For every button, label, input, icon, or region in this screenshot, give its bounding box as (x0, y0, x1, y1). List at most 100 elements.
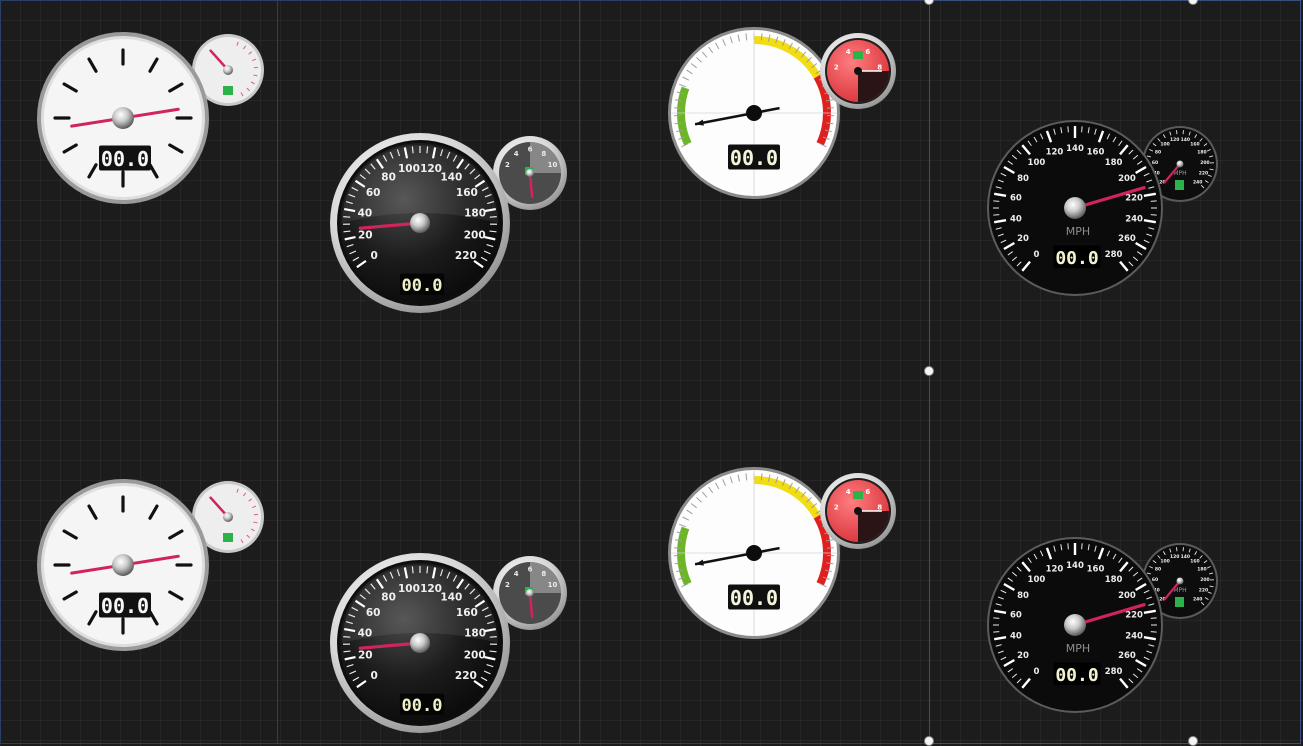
tick-label: 80 (1155, 150, 1161, 156)
gauge-knob (112, 554, 134, 576)
tick-label: 180 (1105, 158, 1123, 168)
tick-label: 20 (1017, 234, 1029, 244)
tick-label: 20 (358, 650, 373, 662)
gauge-knob (410, 633, 430, 653)
tick-label: 4 (846, 48, 851, 56)
chrome-gauge-2[interactable]: 246810020406080100 12014016018020022000.0 (330, 548, 570, 733)
tick-label: 0 (1033, 250, 1039, 260)
minor-tick (760, 473, 763, 481)
sub-gauge-hub (854, 507, 862, 515)
sub-gauge-indicator (853, 491, 863, 499)
minor-tick (343, 650, 351, 653)
tick-label: 40 (358, 628, 373, 640)
minor-tick (1150, 200, 1157, 202)
tick-label: 200 (1118, 174, 1136, 184)
sub-gauge-knob (1176, 577, 1184, 585)
tick-label: 140 (440, 171, 462, 183)
resize-handle-bottom-right[interactable] (1188, 736, 1198, 746)
resize-handle-mid-left[interactable] (924, 366, 934, 376)
minor-tick (745, 33, 748, 41)
minor-tick (993, 200, 1000, 202)
tick-label: 40 (1010, 214, 1022, 224)
tick-label: 100 (1160, 142, 1169, 148)
minor-tick (489, 230, 497, 233)
unit-label: MPH (1066, 642, 1090, 655)
sub-gauge-knob (223, 65, 233, 75)
tick-label: 120 (420, 163, 442, 175)
classic-gauge-1[interactable]: 00.0 (36, 30, 271, 210)
minor-tick (745, 473, 748, 481)
minor-tick (993, 631, 1000, 633)
mph-gauge-2[interactable]: 20406080100120 140160180200220240MPH02040… (987, 536, 1220, 716)
tick-label: 4 (846, 488, 851, 496)
minor-tick (1081, 126, 1083, 133)
resize-handle-bottom-left[interactable] (924, 736, 934, 746)
gauge-knob (1064, 197, 1086, 219)
tick-label: 200 (1200, 577, 1209, 583)
tick-label: 220 (1125, 611, 1143, 621)
tick-label: 180 (464, 208, 486, 220)
tick-label: 200 (1118, 591, 1136, 601)
tick-label: 2 (505, 581, 510, 589)
sub-gauge-knob (526, 589, 534, 597)
classic-gauge-2[interactable]: 00.0 (36, 477, 271, 657)
tick-label: 20 (358, 230, 373, 242)
chrome-gauge-1[interactable]: 246810020406080100 12014016018020022000.0 (330, 128, 570, 313)
design-canvas[interactable]: 00.0 00.0 2 4 6 8 10 0 20 40 60 80 100 120 140 160 180 20… (0, 0, 1303, 746)
tick-label: 160 (1190, 142, 1199, 148)
mph-gauge-1[interactable]: 20406080100120 140160180200220240MPH02040… (987, 119, 1220, 299)
tick-label: 60 (1152, 160, 1158, 166)
tick-label: 80 (1017, 591, 1029, 601)
tick-label: 80 (1155, 567, 1161, 573)
tick-label: 2 (834, 504, 839, 512)
tick-label: 80 (381, 591, 396, 603)
tick-label: 80 (381, 171, 396, 183)
sub-gauge-indicator (853, 51, 863, 59)
digital-readout: 00.0 (730, 146, 778, 170)
gauge-knob (112, 107, 134, 129)
tick-label: 240 (1193, 596, 1202, 602)
minor-tick (760, 33, 763, 41)
tick-label: 120 (420, 583, 442, 595)
tick-label: 200 (1200, 160, 1209, 166)
tick-label: 100 (1028, 575, 1046, 585)
zoned-gauge-2[interactable]: 00.024 68 (667, 466, 902, 644)
tick-label: 120 (1046, 565, 1064, 575)
tick-label: 8 (541, 570, 546, 578)
minor-tick (343, 230, 351, 233)
tick-label: 100 (398, 163, 420, 175)
tick-label: 140 (1066, 561, 1084, 571)
tick-label: 100 (398, 583, 420, 595)
tick-label: 180 (464, 628, 486, 640)
tick-label: 220 (455, 250, 477, 262)
tick-label: 80 (1017, 174, 1029, 184)
tick-label: 240 (1193, 179, 1202, 185)
gauge-hub (746, 105, 762, 121)
minor-tick (343, 215, 351, 218)
sub-gauge-knob (526, 169, 534, 177)
tick-label: 0 (370, 250, 377, 262)
tick-label: 220 (1199, 587, 1208, 593)
tick-label: 10 (548, 581, 558, 589)
tick-label: 60 (366, 187, 381, 199)
tick-label: 200 (464, 650, 486, 662)
minor-tick (993, 214, 1000, 216)
tick-label: 100 (1160, 559, 1169, 565)
unit-label: MPH (1066, 225, 1090, 238)
tick-label: 2 (505, 161, 510, 169)
digital-readout: 00.0 (1055, 248, 1098, 269)
tick-label: 140 (1066, 144, 1084, 154)
tick-label: 120 (1046, 148, 1064, 158)
tick-label: 2 (834, 64, 839, 72)
gauge-knob (410, 213, 430, 233)
minor-tick (489, 650, 497, 653)
zoned-gauge-1[interactable]: 00.024 68 (667, 26, 902, 204)
tick-label: 60 (1010, 611, 1022, 621)
sub-gauge-knob (1176, 160, 1184, 168)
digital-readout: 00.0 (730, 586, 778, 610)
tick-label: 100 (1028, 158, 1046, 168)
sub-gauge-indicator (223, 533, 233, 542)
minor-tick (1150, 631, 1157, 633)
tick-label: 280 (1105, 250, 1123, 260)
tick-label: 240 (1125, 214, 1143, 224)
